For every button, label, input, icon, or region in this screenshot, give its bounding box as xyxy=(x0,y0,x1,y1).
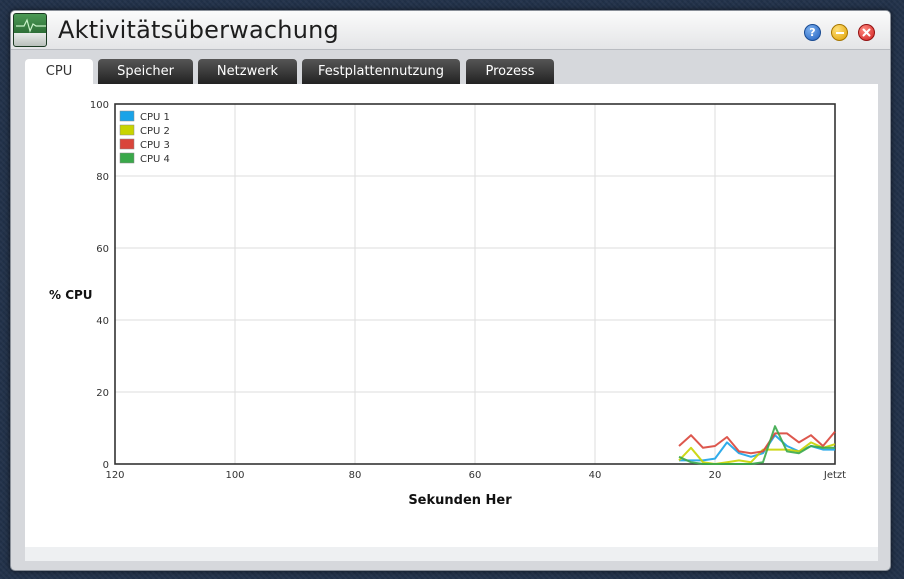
help-icon[interactable]: ? xyxy=(804,24,821,41)
tab-festplattennutzung[interactable]: Festplattennutzung xyxy=(302,59,460,84)
tab-cpu[interactable]: CPU xyxy=(25,59,93,85)
tab-prozess[interactable]: Prozess xyxy=(466,59,554,84)
legend-label: CPU 3 xyxy=(140,140,170,151)
tab-netzwerk[interactable]: Netzwerk xyxy=(198,59,297,84)
close-icon[interactable] xyxy=(858,24,875,41)
cpu-panel: % CPU Sekunden Her 0 20 40 60 80 100 120 100 80 6… xyxy=(25,84,878,547)
activity-monitor-app-icon xyxy=(13,13,47,47)
x-axis-label: Sekunden Her xyxy=(408,493,512,508)
minimize-icon[interactable] xyxy=(831,24,848,41)
y-tick-label: 60 xyxy=(96,244,109,255)
legend-swatch xyxy=(119,110,135,122)
legend-swatch xyxy=(119,152,135,164)
y-tick-label: 80 xyxy=(96,172,109,183)
y-tick-label: 20 xyxy=(96,388,109,399)
x-tick-label: Jetzt xyxy=(823,470,846,481)
legend-label: CPU 2 xyxy=(140,126,170,137)
legend-label: CPU 1 xyxy=(140,112,170,123)
x-tick-label: 120 xyxy=(105,470,124,481)
x-tick-label: 20 xyxy=(709,470,722,481)
x-tick-label: 80 xyxy=(349,470,362,481)
y-tick-label: 100 xyxy=(90,100,109,111)
title-bar[interactable]: Aktivitätsüberwachung ? xyxy=(11,11,890,50)
x-tick-label: 40 xyxy=(589,470,602,481)
series-line-cpu-4 xyxy=(678,425,835,465)
legend-swatch xyxy=(119,138,135,150)
tab-speicher[interactable]: Speicher xyxy=(98,59,193,84)
x-tick-label: 100 xyxy=(225,470,244,481)
legend-swatch xyxy=(119,124,135,136)
y-axis-label: % CPU xyxy=(49,288,93,302)
activity-monitor-window: Aktivitätsüberwachung ? CPU Speicher Net… xyxy=(10,10,891,571)
cpu-usage-chart: % CPU Sekunden Her 020406080100120 100 80 6… xyxy=(49,100,846,508)
status-strip xyxy=(25,547,878,561)
window-title: Aktivitätsüberwachung xyxy=(58,16,339,44)
y-tick-label: 40 xyxy=(96,316,109,327)
help-icon-glyph: ? xyxy=(809,26,816,39)
x-tick-label: 60 xyxy=(469,470,482,481)
legend-label: CPU 4 xyxy=(140,154,170,165)
